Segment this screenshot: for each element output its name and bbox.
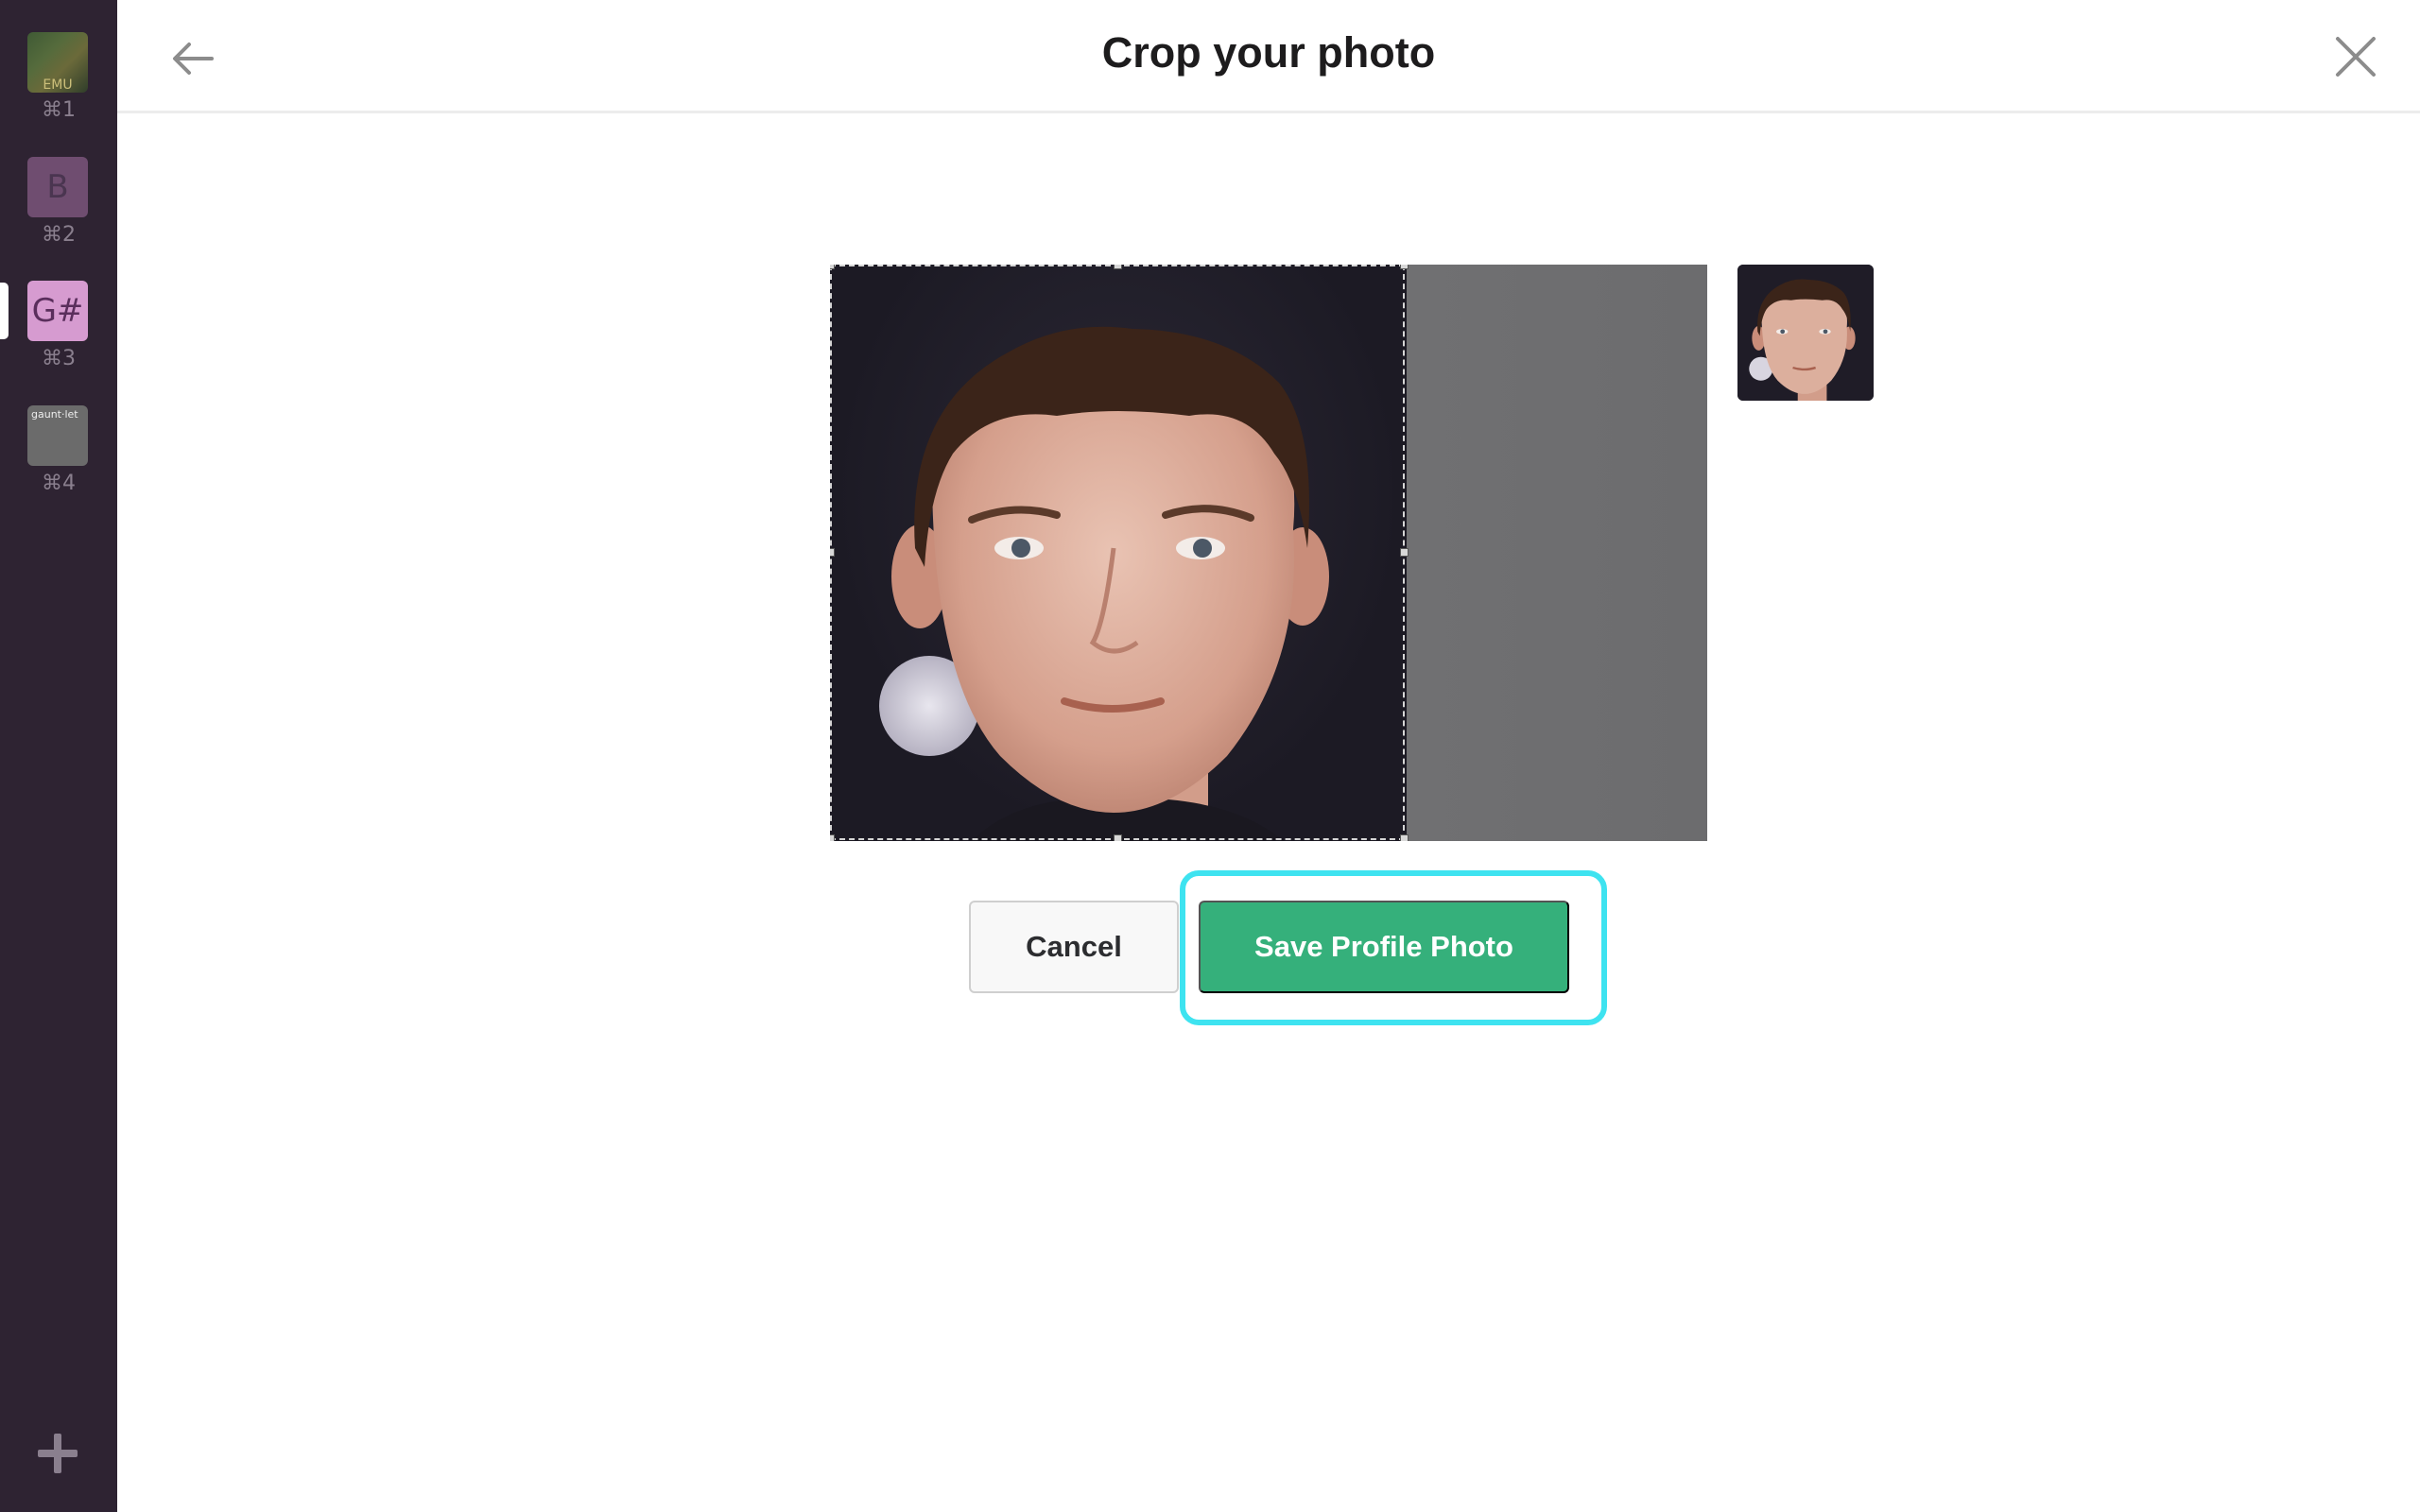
plus-icon[interactable] (36, 1432, 79, 1475)
close-icon[interactable] (2331, 32, 2380, 81)
crop-handle-right[interactable] (1400, 548, 1409, 557)
workspace-1-tile-text: EMU (43, 77, 73, 93)
crop-handle-top-right[interactable] (1400, 265, 1409, 269)
crop-handle-bottom-left[interactable] (830, 834, 835, 841)
workspace-sidebar: EMU ⌘1 B ⌘2 G# ⌘3 gaunt·let ⌘4 (0, 0, 117, 1512)
uncropped-region (1407, 265, 1707, 841)
cancel-button[interactable]: Cancel (969, 901, 1179, 993)
photo-crop-canvas[interactable] (830, 265, 1707, 841)
workspace-4[interactable]: gaunt·let ⌘4 (27, 405, 90, 495)
workspace-2-shortcut: ⌘2 (42, 223, 76, 247)
workspace-3-letter: G# (31, 292, 84, 330)
crop-selection[interactable] (830, 265, 1409, 841)
workspace-4-icon: gaunt·let (27, 405, 88, 466)
crop-handle-top[interactable] (1114, 265, 1122, 269)
workspace-2[interactable]: B ⌘2 (27, 157, 90, 247)
modal-header: Crop your photo (117, 0, 2420, 113)
workspace-3[interactable]: G# ⌘3 (27, 281, 90, 370)
workspace-1-shortcut: ⌘1 (42, 98, 76, 122)
workspace-4-tile-text: gaunt·let (31, 408, 78, 421)
workspace-1[interactable]: EMU ⌘1 (27, 32, 90, 122)
active-workspace-indicator (0, 283, 9, 339)
workspace-3-shortcut: ⌘3 (42, 347, 76, 370)
crop-handle-top-left[interactable] (830, 265, 835, 269)
preview-illustration (1737, 265, 1874, 401)
workspace-1-icon: EMU (27, 32, 88, 93)
profile-photo-preview (1737, 265, 1874, 401)
workspace-4-shortcut: ⌘4 (42, 472, 76, 495)
crop-handle-bottom[interactable] (1114, 834, 1122, 841)
workspace-2-icon: B (27, 157, 88, 217)
crop-handle-left[interactable] (830, 548, 835, 557)
workspace-2-letter: B (46, 168, 69, 206)
workspace-3-icon: G# (27, 281, 88, 341)
save-profile-photo-button[interactable]: Save Profile Photo (1199, 901, 1569, 993)
page-title: Crop your photo (1101, 28, 1436, 77)
crop-handle-bottom-right[interactable] (1400, 834, 1409, 841)
